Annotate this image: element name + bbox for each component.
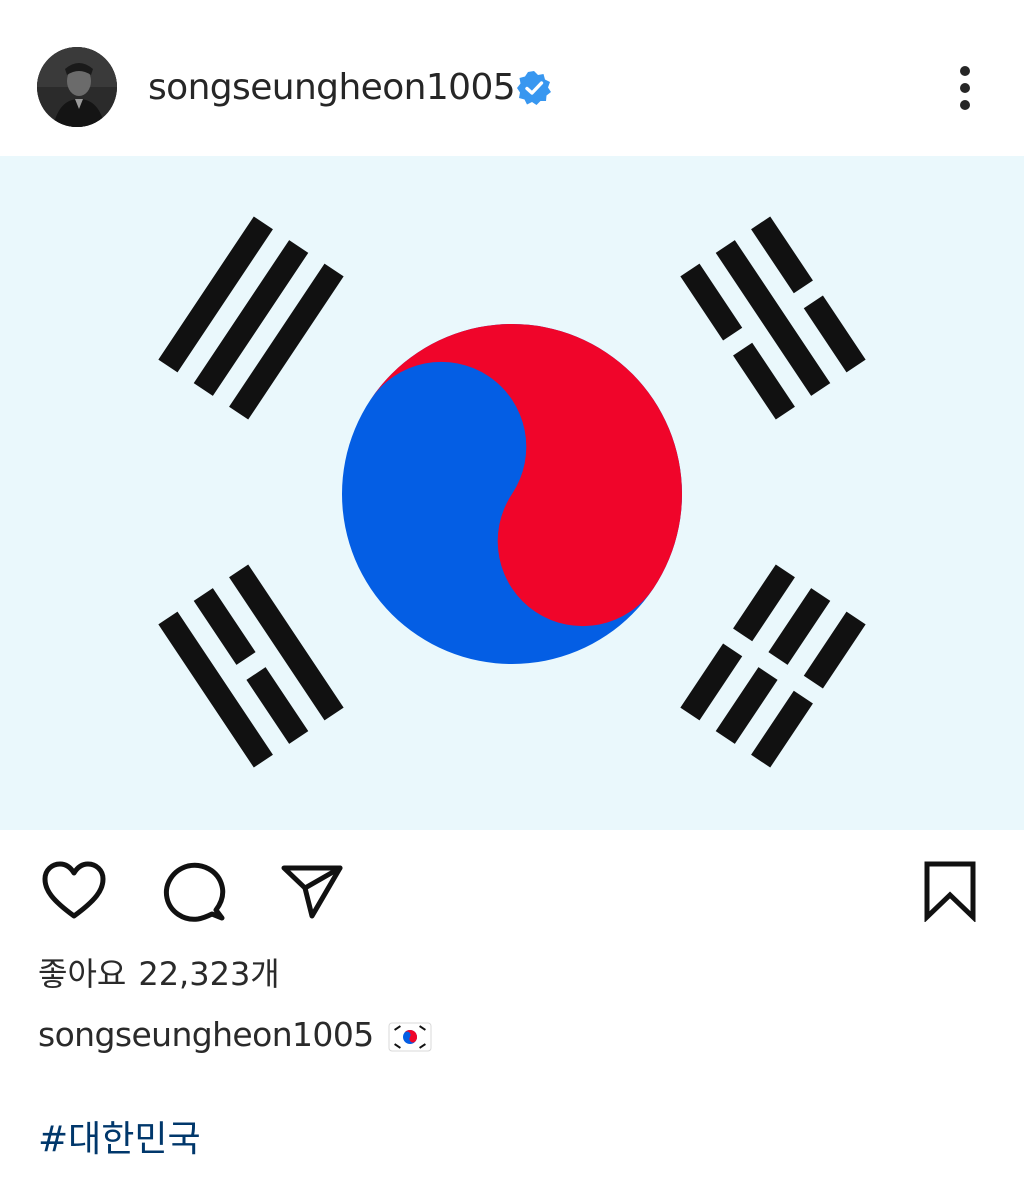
likes-label: 좋아요 [38, 955, 127, 993]
avatar-photo-icon [37, 47, 117, 127]
korean-flag-image [0, 156, 1024, 830]
verified-badge-icon [517, 71, 551, 105]
more-options-icon[interactable] [946, 62, 984, 114]
send-icon[interactable] [280, 862, 344, 920]
heart-icon[interactable] [40, 860, 108, 922]
post-username[interactable]: songseungheon1005 [148, 66, 516, 110]
comment-icon[interactable] [160, 860, 226, 926]
caption: songseungheon1005🇰🇷 [38, 1012, 432, 1058]
bookmark-icon[interactable] [922, 860, 978, 922]
post-header: songseungheon1005 [0, 0, 1024, 156]
hashtag-link[interactable]: #대한민국 [38, 1116, 201, 1164]
likes-count[interactable]: 좋아요 22,323개 [38, 952, 280, 996]
caption-username[interactable]: songseungheon1005 [38, 1015, 374, 1054]
profile-avatar[interactable] [37, 47, 117, 127]
likes-number: 22,323개 [138, 955, 280, 993]
post-image[interactable] [0, 156, 1024, 830]
post-action-bar [0, 850, 1024, 930]
korea-flag-emoji-icon [388, 1022, 432, 1051]
